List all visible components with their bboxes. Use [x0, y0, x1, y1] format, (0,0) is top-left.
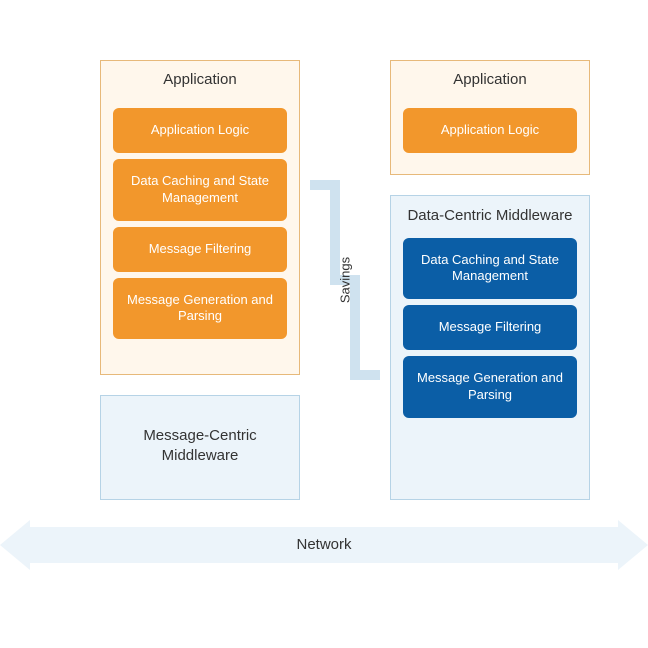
- left-middleware-panel: Message-Centric Middleware: [100, 395, 300, 500]
- savings-bracket: Savings: [310, 180, 380, 380]
- right-mw-box-filter: Message Filtering: [403, 305, 577, 350]
- right-app-box-logic: Application Logic: [403, 108, 577, 153]
- left-app-box-caching: Data Caching and State Management: [113, 159, 287, 221]
- left-app-box-filter: Message Filtering: [113, 227, 287, 272]
- arrow-right-icon: [618, 520, 648, 570]
- arrow-left-icon: [0, 520, 30, 570]
- right-application-panel: Application Application Logic: [390, 60, 590, 175]
- bracket-segment: [350, 370, 380, 380]
- left-app-box-logic: Application Logic: [113, 108, 287, 153]
- savings-label: Savings: [338, 257, 353, 303]
- left-application-panel: Application Application Logic Data Cachi…: [100, 60, 300, 375]
- right-mw-box-msggen: Message Generation and Parsing: [403, 356, 577, 418]
- network-arrow: Network: [0, 520, 648, 570]
- right-application-title: Application: [391, 61, 589, 102]
- left-app-box-msggen: Message Generation and Parsing: [113, 278, 287, 340]
- network-label: Network: [30, 527, 618, 563]
- left-middleware-title: Message-Centric Middleware: [101, 396, 299, 495]
- right-middleware-title: Data-Centric Middleware: [391, 196, 589, 232]
- right-middleware-panel: Data-Centric Middleware Data Caching and…: [390, 195, 590, 500]
- left-application-title: Application: [101, 61, 299, 102]
- right-mw-box-caching: Data Caching and State Management: [403, 238, 577, 300]
